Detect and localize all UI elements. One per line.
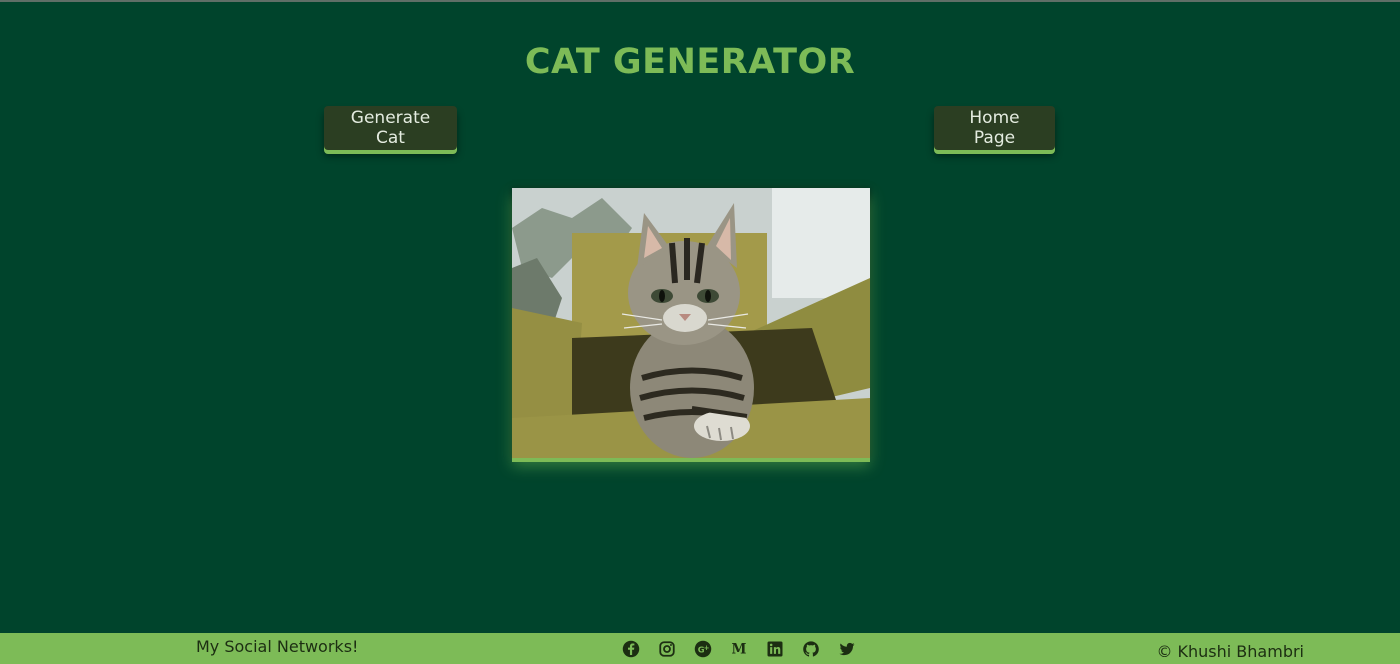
medium-icon[interactable]: M — [728, 639, 750, 659]
home-page-button[interactable]: Home Page — [934, 106, 1055, 150]
instagram-icon[interactable] — [656, 639, 678, 659]
github-icon[interactable] — [800, 639, 822, 659]
footer: My Social Networks! G + M © Khushi Bhamb… — [0, 633, 1400, 664]
linkedin-icon[interactable] — [764, 639, 786, 659]
cat-illustration — [512, 188, 870, 458]
page-title: CAT GENERATOR — [524, 42, 856, 82]
social-networks-label: My Social Networks! — [196, 637, 359, 656]
svg-text:M: M — [732, 642, 747, 658]
svg-text:+: + — [704, 644, 710, 652]
generate-cat-button[interactable]: Generate Cat — [324, 106, 457, 150]
top-border — [0, 0, 1400, 2]
twitter-icon[interactable] — [836, 639, 858, 659]
google-plus-icon[interactable]: G + — [692, 639, 714, 659]
social-links: G + M — [620, 639, 858, 659]
copyright-text: © Khushi Bhambri — [1156, 642, 1304, 661]
cat-image — [512, 188, 870, 458]
page: CAT GENERATOR Generate Cat Home Page My … — [0, 0, 1400, 664]
facebook-icon[interactable] — [620, 639, 642, 659]
